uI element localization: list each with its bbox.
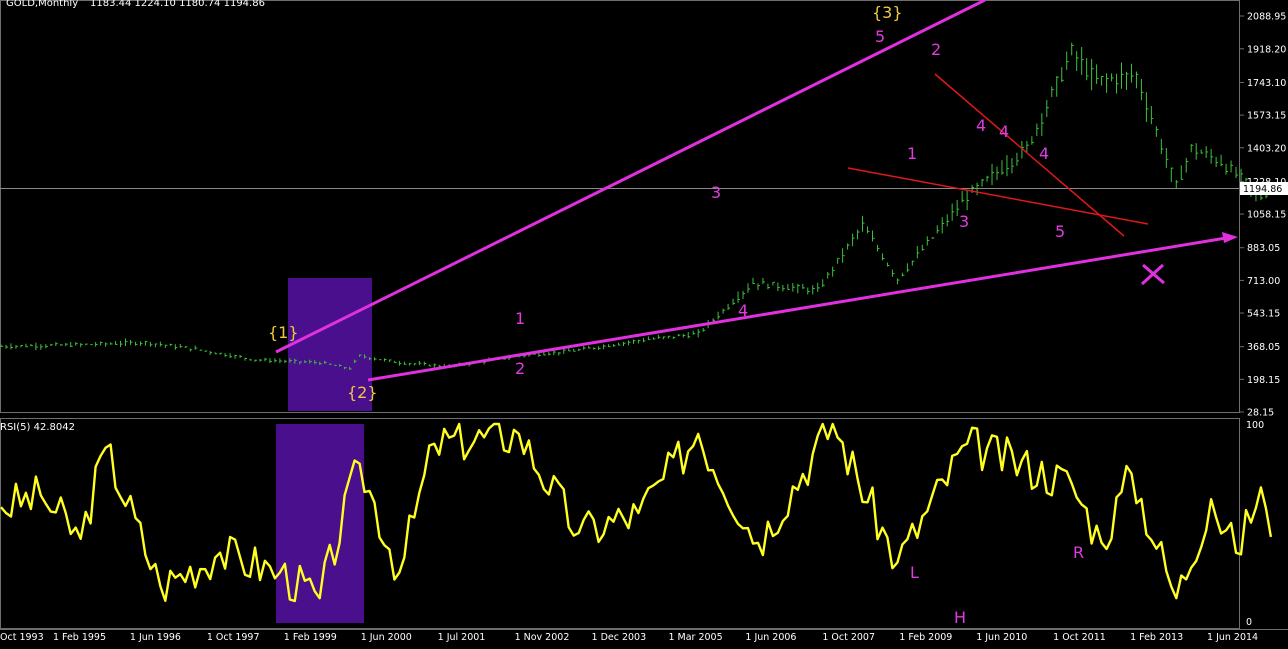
price-axis-label: 1573.15 <box>1247 111 1286 122</box>
header-symbol: GOLD,Monthly <box>6 0 78 9</box>
price-axis-label: 713.00 <box>1247 276 1280 287</box>
price-axis-label: 2088.95 <box>1247 12 1286 23</box>
wave-label: 3 <box>711 183 721 202</box>
rsi-pattern-label-left-shoulder: L <box>910 563 919 582</box>
rsi-axis-top: 100 <box>1246 420 1264 431</box>
time-axis-label: 1 Oct 1997 <box>207 632 260 643</box>
time-axis-label: 1 Feb 1999 <box>284 632 337 643</box>
wave-label: 1 <box>515 309 525 328</box>
wave-label: 2 <box>931 40 941 59</box>
wave-label: {2} <box>347 383 378 402</box>
time-axis-label: 1 Oct 2011 <box>1053 632 1106 643</box>
time-axis-label: 1 Jun 2000 <box>361 632 412 643</box>
time-axis-label: Oct 1993 <box>0 632 44 643</box>
wave-label: 5 <box>1055 222 1065 241</box>
price-axis-label: 543.15 <box>1247 309 1280 320</box>
last-price-value: 1194.86 <box>1243 184 1282 195</box>
wave-label: 4 <box>976 116 986 135</box>
price-axis-label: 883.05 <box>1247 243 1280 254</box>
chart-canvas: {1} {2} {3} 1 2 3 4 5 2 1 4 4 4 3 5 GOLD… <box>0 0 1288 649</box>
time-axis-label: 1 Jun 2014 <box>1207 632 1258 643</box>
wave-label: 4 <box>738 301 748 320</box>
time-axis-label: 1 Feb 2013 <box>1130 632 1183 643</box>
time-axis-label: 1 Dec 2003 <box>592 632 647 643</box>
wave-label: {1} <box>268 323 299 342</box>
time-axis-label: 1 Mar 2005 <box>668 632 722 643</box>
rsi-axis-bottom: 0 <box>1246 617 1252 628</box>
time-axis-label: 1 Oct 2007 <box>822 632 875 643</box>
time-axis-label: 1 Jun 2006 <box>745 632 796 643</box>
wave-label: 2 <box>515 359 525 378</box>
price-axis-label: 1918.20 <box>1247 44 1286 55</box>
time-axis-label: 1 Nov 2002 <box>515 632 570 643</box>
price-axis-label: 368.05 <box>1247 342 1280 353</box>
price-axis-label: 1403.20 <box>1247 143 1286 154</box>
price-axis-label: 1058.15 <box>1247 210 1286 221</box>
wave-label: 3 <box>959 212 969 231</box>
price-axis-label: 198.15 <box>1247 375 1280 386</box>
chart-header: GOLD,Monthly 1183.44 1224.10 1180.74 119… <box>6 0 265 9</box>
chart-background <box>0 0 1288 649</box>
time-axis-label: 1 Feb 1995 <box>53 632 106 643</box>
wave-label: 5 <box>875 27 885 46</box>
wave-label: 4 <box>999 122 1009 141</box>
rsi-pattern-label-right-shoulder: R <box>1073 543 1084 562</box>
rsi-label: RSI(5) 42.8042 <box>0 422 75 433</box>
wave-label: 1 <box>907 144 917 163</box>
rsi-pattern-label-head: H <box>954 608 966 627</box>
time-axis-label: 1 Jun 1996 <box>130 632 181 643</box>
time-axis-label: 1 Jul 2001 <box>438 632 486 643</box>
time-axis-label: 1 Jun 2010 <box>976 632 1027 643</box>
wave-label: 4 <box>1039 144 1049 163</box>
time-axis-label: 1 Feb 2009 <box>899 632 952 643</box>
wave-label: {3} <box>872 3 903 22</box>
price-axis-label: 1743.10 <box>1247 78 1286 89</box>
header-ohlc: 1183.44 1224.10 1180.74 1194.86 <box>90 0 265 9</box>
price-axis-label: 28.15 <box>1247 408 1274 419</box>
